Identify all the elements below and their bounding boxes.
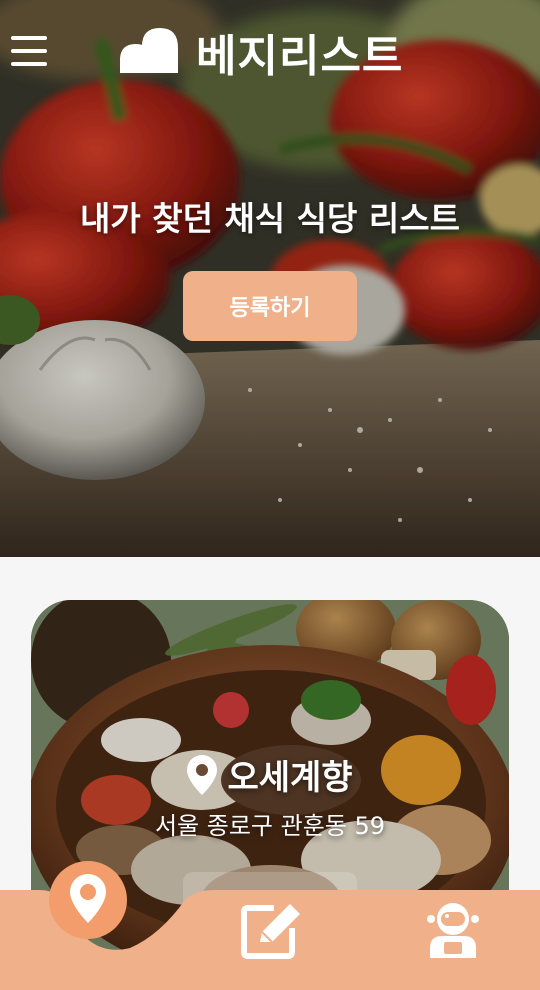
hero-headline: 내가 찾던 채식 식당 리스트: [80, 199, 460, 238]
register-button[interactable]: 등록하기: [183, 271, 357, 341]
app-screen: 베지리스트 내가 찾던 채식 식당 리스트 등록하기 오세계향 서울 종로구 관…: [0, 0, 540, 990]
hamburger-menu-icon[interactable]: [11, 36, 47, 66]
logo-icon: [120, 28, 178, 73]
restaurant-name-row: 오세계향: [31, 750, 509, 799]
hero-banner: 베지리스트 내가 찾던 채식 식당 리스트 등록하기: [0, 0, 540, 557]
map-pin-icon: [49, 861, 127, 939]
edit-icon: [241, 904, 300, 959]
restaurant-address: 서울 종로구 관훈동 59: [154, 812, 386, 840]
map-pin-icon: [187, 754, 218, 795]
bottom-navigation: [0, 861, 540, 990]
nav-write-button[interactable]: [240, 898, 306, 960]
restaurant-name: 오세계향: [227, 758, 353, 798]
user-astronaut-icon: [427, 903, 479, 958]
nav-map-button[interactable]: [48, 860, 128, 940]
brand-title: 베지리스트: [196, 31, 404, 82]
nav-profile-button[interactable]: [426, 902, 480, 958]
